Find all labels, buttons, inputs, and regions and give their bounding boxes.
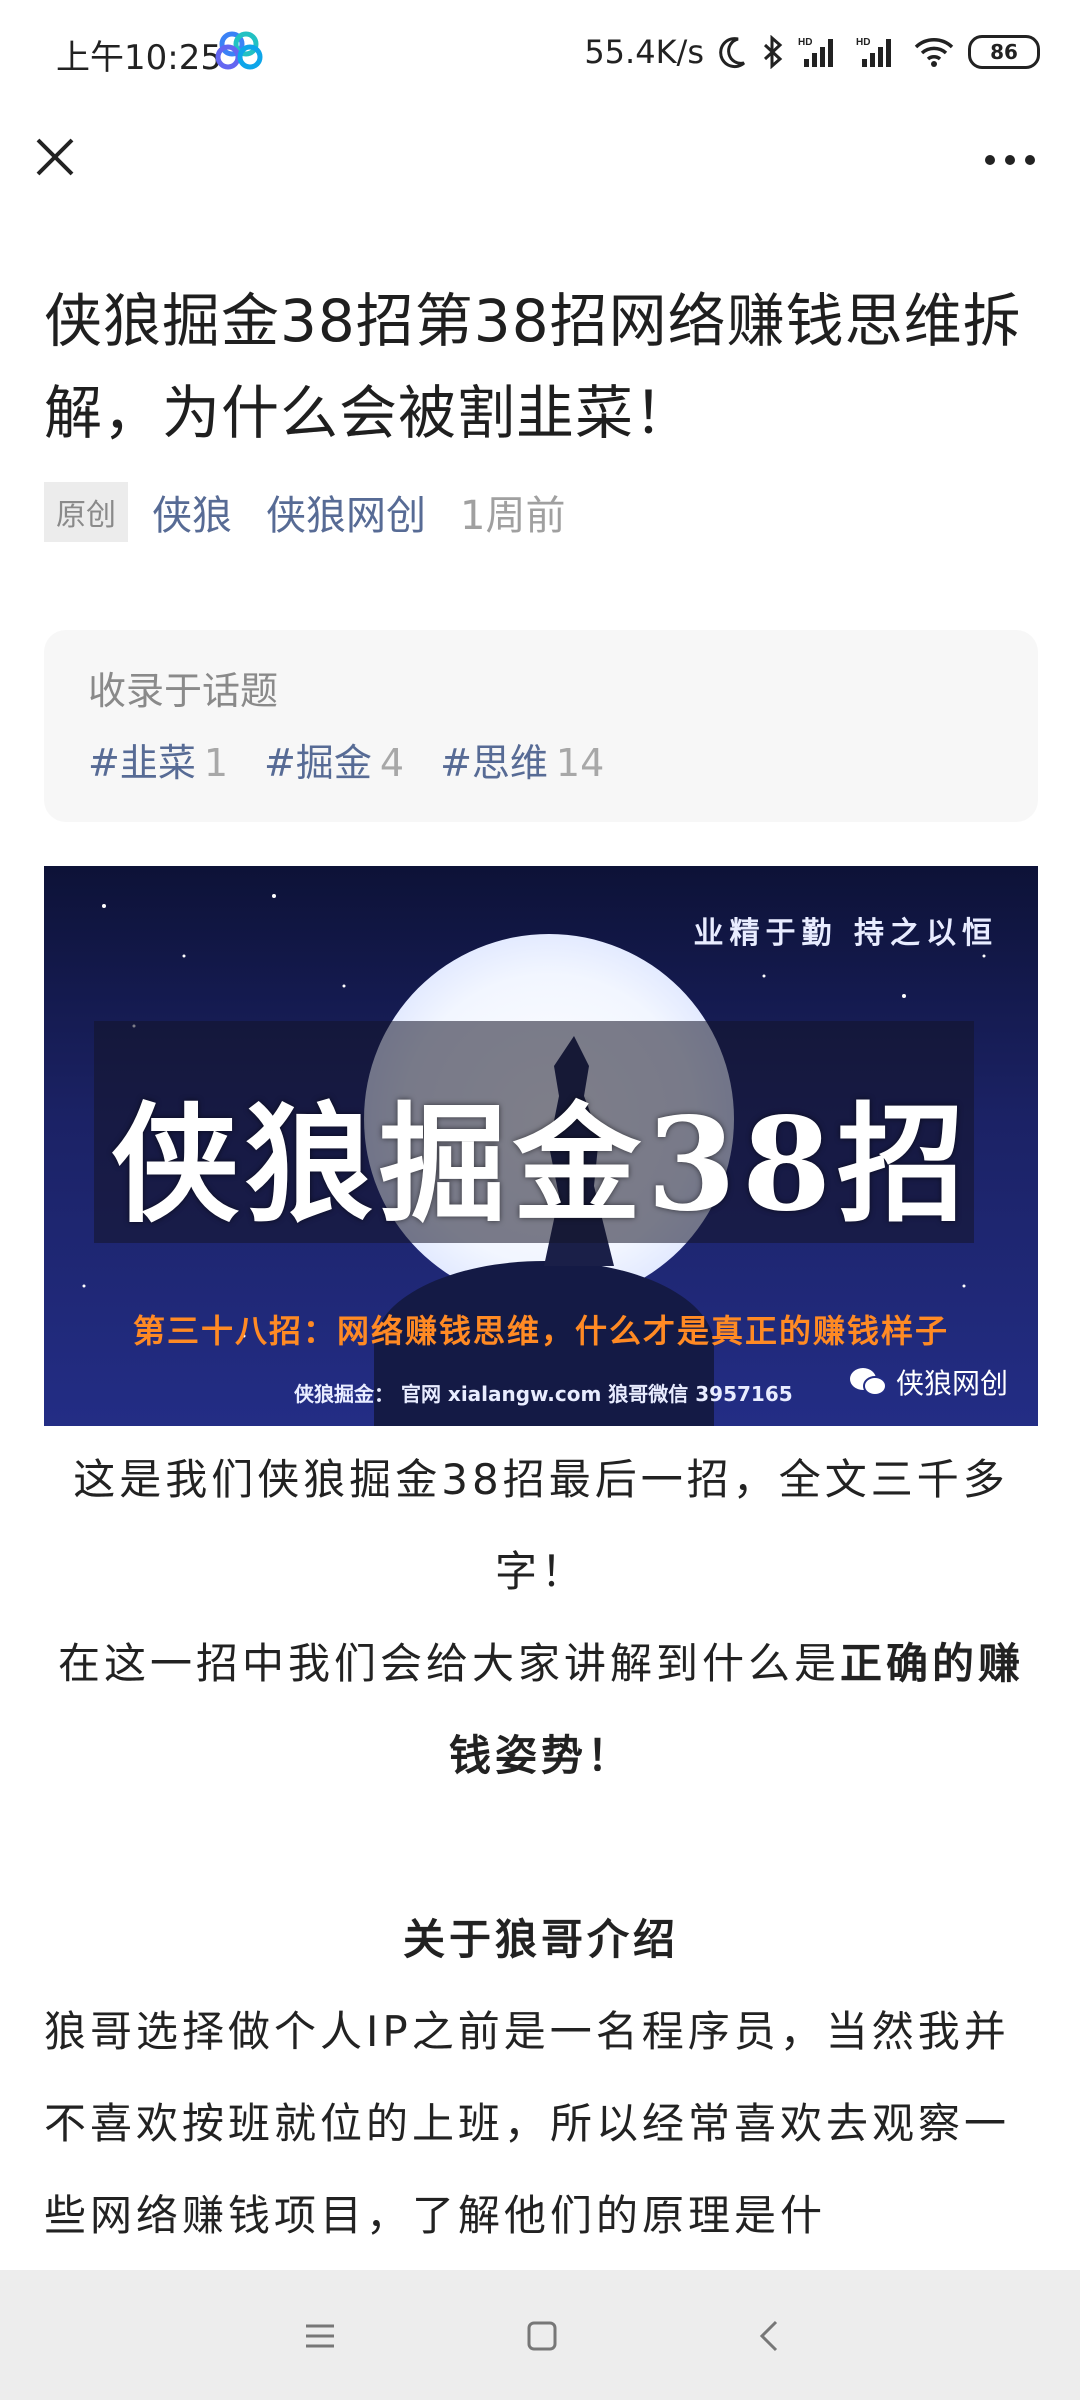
account-link[interactable]: 侠狼网创 (266, 483, 426, 541)
topics-list: #韭菜 1 #掘金 4 #思维 14 (88, 732, 604, 787)
signal-hd-icon: HD (798, 37, 833, 67)
menu-icon[interactable] (298, 2314, 342, 2358)
topic-name: #掘金 (264, 741, 372, 785)
banner-footer: 侠狼掘金： 官网 xialangw.com 狼哥微信 3957165 (294, 1382, 793, 1406)
section-heading: 关于狼哥介绍 (402, 1915, 679, 1964)
article-title: 侠狼掘金38招第38招网络赚钱思维拆解，为什么会被割韭菜！ (44, 287, 1022, 447)
status-right: 55.4K/s HD HD 86 (584, 30, 1040, 74)
paragraph: 这是我们侠狼掘金38招最后一招，全文三千多字！ (73, 1455, 1009, 1596)
original-tag: 原创 (44, 482, 128, 542)
svg-text:HD: HD (856, 37, 870, 48)
paragraph: 在这一招中我们会给大家讲解到什么是正确的赚钱姿势！ (44, 1618, 1038, 1802)
signal-hd-icon: HD (856, 37, 891, 67)
article-body: 这是我们侠狼掘金38招最后一招，全文三千多字！ 在这一招中我们会给大家讲解到什么… (44, 1434, 1038, 2262)
battery-icon: 86 (968, 35, 1040, 69)
more-icon[interactable] (980, 140, 1040, 180)
banner-brand: 侠狼网创 (848, 1362, 1008, 1402)
banner-subtitle: 第三十八招：网络赚钱思维，什么才是真正的赚钱样子 (132, 1312, 949, 1350)
article-meta: 原创 侠狼 侠狼网创 1周前 (44, 482, 565, 542)
topics-card: 收录于话题 #韭菜 1 #掘金 4 #思维 14 (44, 630, 1038, 822)
banner-title: 侠狼掘金38招 (110, 1090, 972, 1240)
topic-count: 14 (555, 741, 605, 785)
wechat-icon (849, 1368, 887, 1396)
back-icon[interactable] (748, 2314, 792, 2358)
author-link[interactable]: 侠狼 (152, 483, 232, 541)
topic-count: 1 (203, 741, 229, 785)
status-time: 上午10:25 (56, 38, 222, 78)
cloud-app-icon (215, 31, 263, 70)
wifi-icon (914, 38, 954, 67)
topic-count: 4 (379, 741, 405, 785)
close-icon[interactable] (28, 130, 80, 182)
network-speed: 55.4K/s (584, 33, 704, 71)
topic-name: #韭菜 (88, 741, 196, 785)
home-icon[interactable] (520, 2314, 564, 2358)
svg-text:HD: HD (798, 37, 812, 48)
topics-label: 收录于话题 (88, 669, 279, 713)
system-nav-bar (0, 2270, 1080, 2400)
status-bar: 上午10:25 55.4K/s HD HD 86 (0, 0, 1080, 100)
topic-tag[interactable]: #思维 14 (440, 732, 604, 787)
moon-icon (719, 37, 746, 69)
banner-motto: 业精于勤 持之以恒 (693, 916, 998, 951)
paragraph-text: 在这一招中我们会给大家讲解到什么是 (57, 1639, 840, 1688)
bluetooth-icon (763, 35, 783, 69)
publish-time: 1周前 (460, 493, 566, 539)
topic-name: #思维 (440, 741, 548, 785)
brand-name: 侠狼网创 (895, 1367, 1008, 1400)
article-banner-image[interactable]: 业精于勤 持之以恒 侠狼掘金38招 第三十八招：网络赚钱思维，什么才是真正的赚钱… (44, 866, 1038, 1426)
topic-tag[interactable]: #韭菜 1 (88, 732, 228, 787)
topic-tag[interactable]: #掘金 4 (264, 732, 404, 787)
paragraph: 狼哥选择做个人IP之前是一名程序员，当然我并不喜欢按班就位的上班，所以经常喜欢去… (44, 2007, 1011, 2240)
